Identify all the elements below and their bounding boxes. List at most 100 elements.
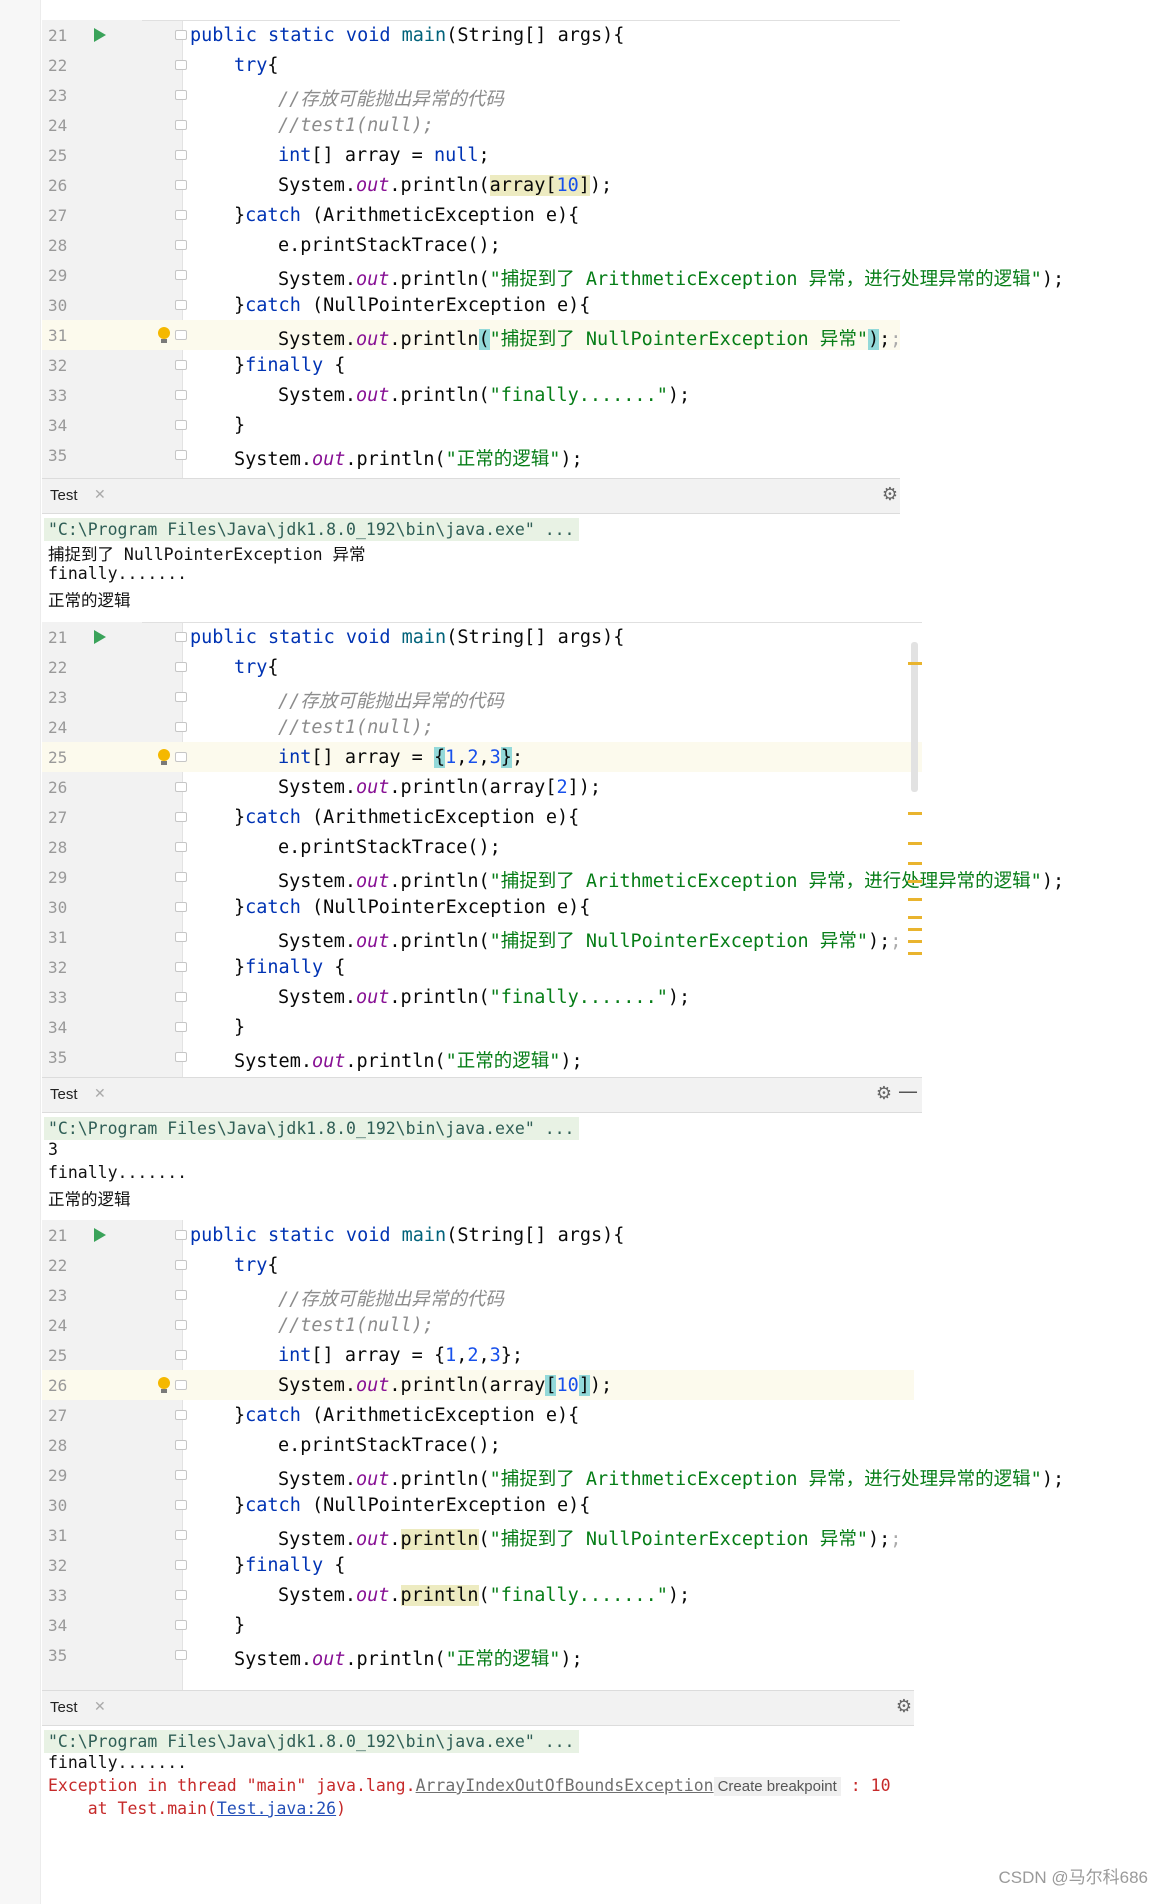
code-text[interactable]: System.out.println("正常的逻辑");: [234, 1047, 583, 1073]
line-number[interactable]: 31: [48, 1526, 88, 1545]
source-link[interactable]: Test.java:26: [217, 1799, 336, 1818]
fold-marker-icon[interactable]: [175, 1590, 187, 1600]
fold-marker-icon[interactable]: [175, 962, 187, 972]
close-tab-icon[interactable]: ✕: [94, 486, 106, 503]
code-line[interactable]: 24 //test1(null);: [42, 1310, 914, 1340]
line-number[interactable]: 25: [48, 748, 88, 767]
line-number[interactable]: 22: [48, 658, 88, 677]
code-text[interactable]: //存放可能抛出异常的代码: [278, 687, 504, 713]
fold-marker-icon[interactable]: [175, 1022, 187, 1032]
line-number[interactable]: 34: [48, 416, 88, 435]
line-number[interactable]: 32: [48, 356, 88, 375]
fold-marker-icon[interactable]: [175, 1052, 187, 1062]
fold-marker-icon[interactable]: [175, 270, 187, 280]
line-number[interactable]: 23: [48, 688, 88, 707]
code-text[interactable]: }: [234, 1017, 245, 1038]
fold-marker-icon[interactable]: [175, 1620, 187, 1630]
code-editor-3[interactable]: 21 public static void main(String[] args)…: [42, 1220, 1064, 1690]
fold-marker-icon[interactable]: [175, 632, 187, 642]
code-text[interactable]: int[] array = null;: [278, 145, 490, 166]
code-text[interactable]: }: [234, 1615, 245, 1636]
code-text[interactable]: }catch (NullPointerException e){: [234, 1495, 590, 1516]
create-breakpoint-hint[interactable]: Create breakpoint: [713, 1777, 841, 1796]
code-line[interactable]: 23 //存放可能抛出异常的代码: [42, 682, 922, 712]
code-line[interactable]: 35 System.out.println("正常的逻辑");: [42, 440, 900, 470]
code-line[interactable]: 27}catch (ArithmeticException e){: [42, 1400, 914, 1430]
line-number[interactable]: 35: [48, 1646, 88, 1665]
code-line[interactable]: 32}finally {: [42, 1550, 914, 1580]
fold-marker-icon[interactable]: [175, 992, 187, 1002]
fold-marker-icon[interactable]: [175, 1470, 187, 1480]
code-line[interactable]: 21 public static void main(String[] args)…: [42, 20, 900, 50]
code-text[interactable]: public static void main(String[] args){: [190, 1225, 624, 1246]
line-number[interactable]: 25: [48, 1346, 88, 1365]
line-number[interactable]: 24: [48, 718, 88, 737]
line-number[interactable]: 26: [48, 1376, 88, 1395]
fold-marker-icon[interactable]: [175, 1650, 187, 1660]
code-line[interactable]: 22 try{: [42, 50, 900, 80]
run-gutter-icon[interactable]: [94, 28, 106, 42]
code-text[interactable]: }finally {: [234, 355, 345, 376]
code-line[interactable]: 25 int[] array = {1,2,3};: [42, 742, 922, 772]
code-line[interactable]: 34}: [42, 410, 900, 440]
code-line[interactable]: 35 System.out.println("正常的逻辑");: [42, 1042, 922, 1072]
code-line[interactable]: 31 System.out.println("捕捉到了 NullPointerEx…: [42, 922, 922, 952]
code-line[interactable]: 21 public static void main(String[] args)…: [42, 1220, 914, 1250]
line-number[interactable]: 32: [48, 1556, 88, 1575]
code-text[interactable]: //存放可能抛出异常的代码: [278, 85, 504, 111]
line-number[interactable]: 33: [48, 988, 88, 1007]
line-number[interactable]: 21: [48, 628, 88, 647]
gear-icon[interactable]: ⚙: [876, 1083, 892, 1104]
fold-marker-icon[interactable]: [175, 722, 187, 732]
line-number[interactable]: 21: [48, 1226, 88, 1245]
code-text[interactable]: System.out.println("正常的逻辑");: [234, 445, 583, 471]
code-line[interactable]: 24 //test1(null);: [42, 712, 922, 742]
fold-marker-icon[interactable]: [175, 842, 187, 852]
gear-icon[interactable]: ⚙: [882, 484, 898, 505]
fold-marker-icon[interactable]: [175, 90, 187, 100]
code-line[interactable]: 31 System.out.println("捕捉到了 NullPointerEx…: [42, 1520, 914, 1550]
fold-marker-icon[interactable]: [175, 450, 187, 460]
fold-marker-icon[interactable]: [175, 390, 187, 400]
fold-marker-icon[interactable]: [175, 872, 187, 882]
code-editor-1[interactable]: 21 public static void main(String[] args)…: [42, 20, 1064, 478]
code-text[interactable]: e.printStackTrace();: [278, 837, 501, 858]
code-text[interactable]: System.out.println("finally.......");: [278, 1585, 690, 1606]
fold-marker-icon[interactable]: [175, 902, 187, 912]
close-tab-icon[interactable]: ✕: [94, 1085, 106, 1102]
warning-stripe-mark[interactable]: [908, 898, 922, 901]
warning-stripe-mark[interactable]: [908, 952, 922, 955]
code-text[interactable]: System.out.println("捕捉到了 ArithmeticExcep…: [278, 1465, 1064, 1491]
code-line[interactable]: 28 e.printStackTrace();: [42, 230, 900, 260]
line-number[interactable]: 30: [48, 296, 88, 315]
line-number[interactable]: 23: [48, 86, 88, 105]
line-number[interactable]: 31: [48, 928, 88, 947]
code-text[interactable]: System.out.println("捕捉到了 NullPointerExce…: [278, 927, 901, 953]
code-line[interactable]: 28 e.printStackTrace();: [42, 1430, 914, 1460]
fold-marker-icon[interactable]: [175, 1230, 187, 1240]
warning-stripe-mark[interactable]: [908, 662, 922, 665]
fold-marker-icon[interactable]: [175, 210, 187, 220]
code-text[interactable]: //存放可能抛出异常的代码: [278, 1285, 504, 1311]
code-line[interactable]: 29 System.out.println("捕捉到了 ArithmeticExc…: [42, 260, 1064, 290]
line-number[interactable]: 32: [48, 958, 88, 977]
code-line[interactable]: 22 try{: [42, 652, 922, 682]
exception-class-link[interactable]: ArrayIndexOutOfBoundsException: [416, 1776, 714, 1795]
close-tab-icon[interactable]: ✕: [94, 1698, 106, 1715]
code-text[interactable]: }catch (ArithmeticException e){: [234, 1405, 579, 1426]
code-text[interactable]: public static void main(String[] args){: [190, 25, 624, 46]
run-gutter-icon[interactable]: [94, 1228, 106, 1242]
warning-stripe-mark[interactable]: [908, 916, 922, 919]
code-text[interactable]: }catch (ArithmeticException e){: [234, 807, 579, 828]
code-line[interactable]: 33 System.out.println("finally.......");: [42, 380, 900, 410]
code-line[interactable]: 34}: [42, 1012, 922, 1042]
code-line[interactable]: 34}: [42, 1610, 914, 1640]
fold-marker-icon[interactable]: [175, 1320, 187, 1330]
code-text[interactable]: System.out.println("捕捉到了 ArithmeticExcep…: [278, 265, 1064, 291]
fold-marker-icon[interactable]: [175, 1530, 187, 1540]
line-number[interactable]: 30: [48, 1496, 88, 1515]
code-line[interactable]: 29 System.out.println("捕捉到了 ArithmeticExc…: [42, 862, 1064, 892]
line-number[interactable]: 34: [48, 1018, 88, 1037]
code-text[interactable]: System.out.println("捕捉到了 ArithmeticExcep…: [278, 867, 1064, 893]
code-text[interactable]: System.out.println("finally.......");: [278, 385, 690, 406]
